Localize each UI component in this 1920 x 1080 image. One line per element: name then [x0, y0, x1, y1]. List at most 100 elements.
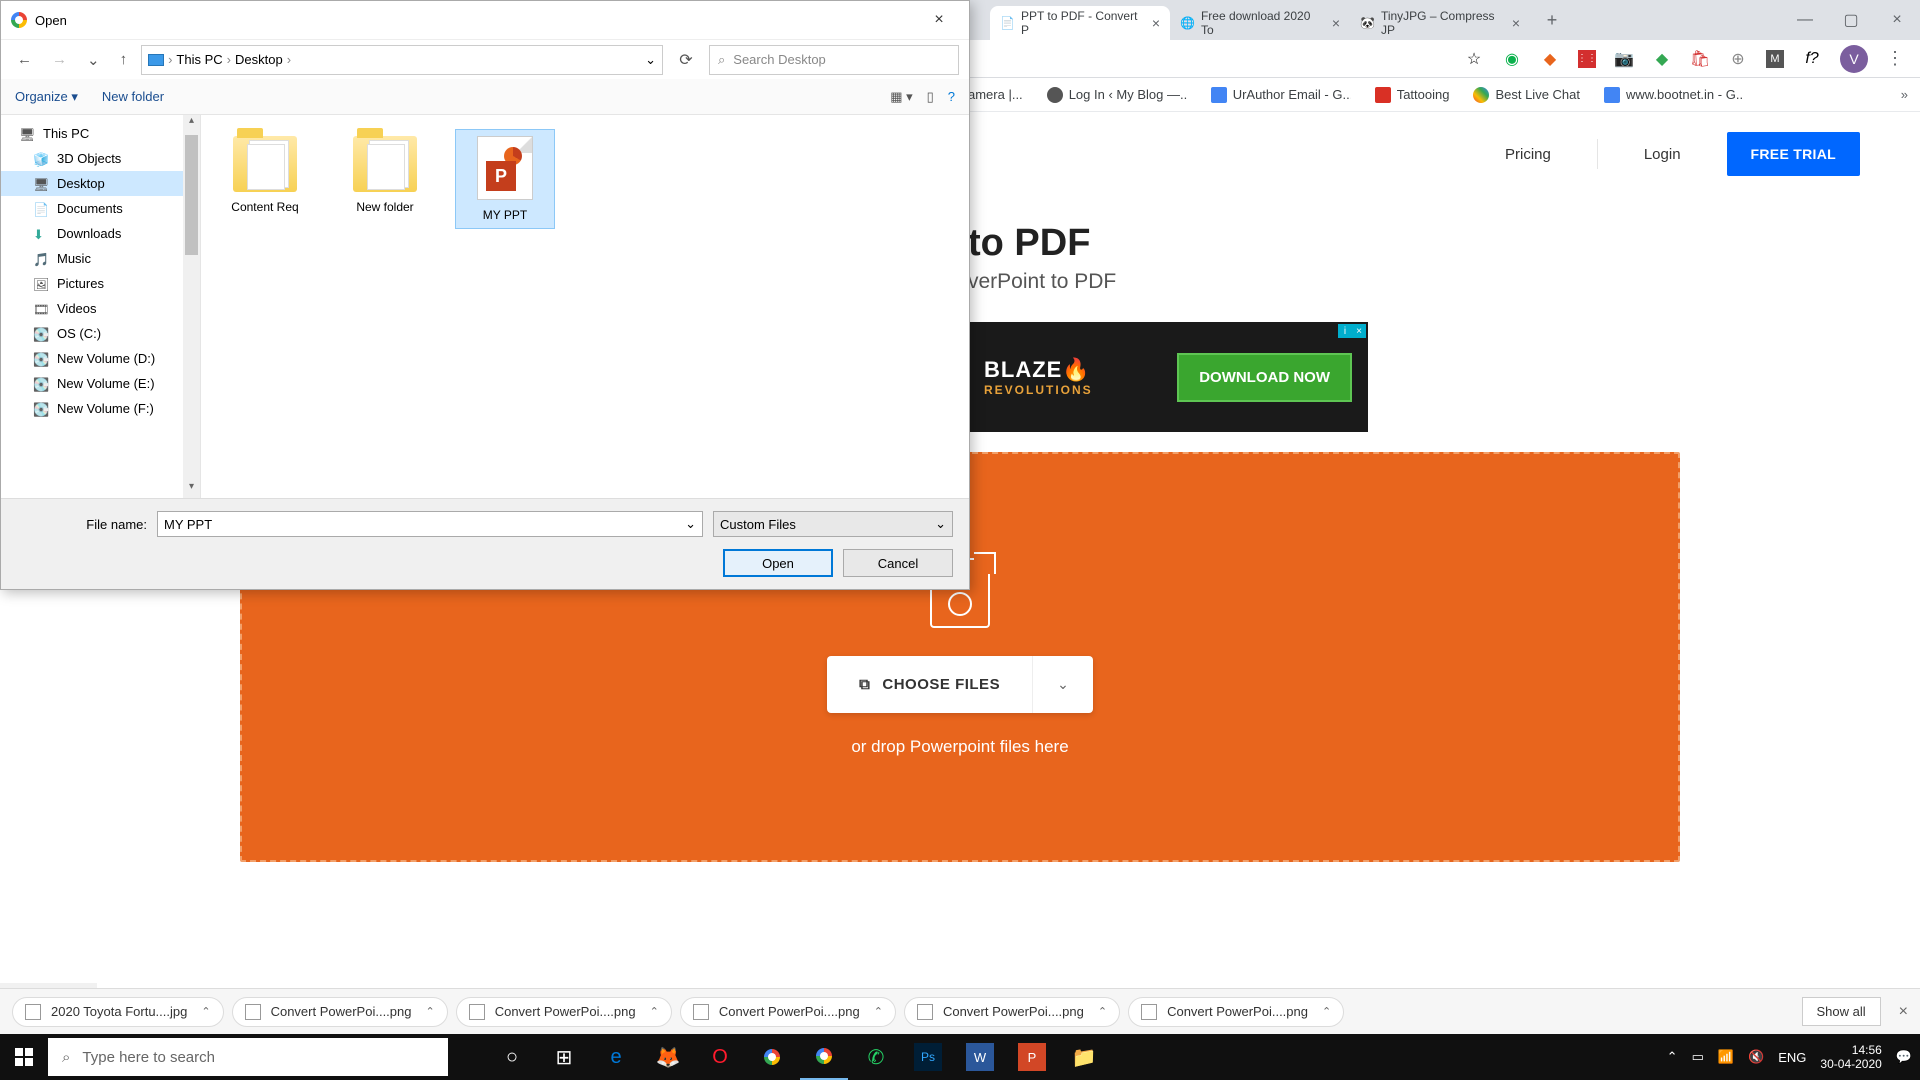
breadcrumb[interactable]: › This PC › Desktop › ⌄ — [141, 45, 663, 75]
download-item[interactable]: Convert PowerPoi....png⌃ — [904, 997, 1120, 1027]
chevron-down-icon[interactable]: ⌄ — [935, 516, 946, 532]
chevron-up-icon[interactable]: ⌃ — [874, 1005, 883, 1018]
chrome-icon[interactable] — [748, 1034, 796, 1080]
recent-dropdown[interactable]: ⌄ — [81, 47, 106, 73]
preview-pane-icon[interactable]: ▯ — [927, 89, 934, 105]
up-button[interactable]: ↑ — [114, 47, 134, 72]
dialog-close-button[interactable]: × — [919, 11, 959, 29]
ad-close-icon[interactable]: × — [1352, 324, 1366, 338]
maximize-button[interactable]: ▢ — [1828, 5, 1874, 35]
choose-files-button[interactable]: ⧉ CHOOSE FILES — [827, 656, 1032, 713]
taskbar-search[interactable]: ⌕ Type here to search — [48, 1038, 448, 1076]
download-item[interactable]: Convert PowerPoi....png⌃ — [680, 997, 896, 1027]
battery-icon[interactable]: ▭ — [1692, 1049, 1704, 1065]
sidebar-item[interactable]: ⬇Downloads — [1, 221, 200, 246]
menu-icon[interactable]: ⋮ — [1886, 48, 1904, 69]
ext-icon[interactable]: M — [1766, 50, 1784, 68]
cancel-button[interactable]: Cancel — [843, 549, 953, 577]
profile-avatar[interactable]: V — [1840, 45, 1868, 73]
language-indicator[interactable]: ENG — [1778, 1050, 1806, 1065]
bookmark[interactable]: Log In ‹ My Blog —... — [1047, 87, 1187, 103]
bookmark[interactable]: Best Live Chat — [1473, 87, 1580, 103]
dialog-search-input[interactable]: ⌕ Search Desktop — [709, 45, 959, 75]
word-icon[interactable]: W — [966, 1043, 994, 1071]
sidebar-item[interactable]: 🖼Pictures — [1, 271, 200, 296]
chevron-up-icon[interactable]: ⌃ — [1322, 1005, 1331, 1018]
ad-cta-button[interactable]: DOWNLOAD NOW — [1177, 353, 1352, 402]
ext-icon[interactable]: ⋮⋮ — [1578, 50, 1596, 68]
scroll-up-icon[interactable]: ▴ — [183, 115, 200, 132]
sidebar-item[interactable]: 🧊3D Objects — [1, 146, 200, 171]
show-all-downloads-button[interactable]: Show all — [1802, 997, 1881, 1026]
file-item[interactable]: PMY PPT — [455, 129, 555, 229]
sidebar-item[interactable]: 🖥This PC — [1, 121, 200, 146]
ext-icon[interactable]: ◆ — [1540, 49, 1560, 69]
bookmark[interactable]: amera |... — [968, 87, 1023, 102]
tab-active[interactable]: 📄 PPT to PDF - Convert P × — [990, 6, 1170, 40]
ext-icon[interactable]: f? — [1802, 49, 1822, 69]
chevron-up-icon[interactable]: ⌃ — [650, 1005, 659, 1018]
scrollbar[interactable]: ▴ ▾ — [183, 115, 200, 498]
sidebar-item[interactable]: 📄Documents — [1, 196, 200, 221]
tab[interactable]: 🐼 TinyJPG – Compress JP × — [1350, 6, 1530, 40]
login-link[interactable]: Login — [1626, 136, 1699, 173]
help-icon[interactable]: ? — [948, 89, 955, 104]
sidebar-item[interactable]: 🎵Music — [1, 246, 200, 271]
task-view-icon[interactable]: ⊞ — [540, 1034, 588, 1080]
download-item[interactable]: Convert PowerPoi....png⌃ — [1128, 997, 1344, 1027]
volume-icon[interactable]: 🔇 — [1748, 1049, 1764, 1065]
file-item[interactable]: New folder — [335, 129, 435, 221]
breadcrumb-segment[interactable]: This PC — [176, 52, 222, 67]
forward-button[interactable]: → — [46, 47, 73, 72]
ext-icon[interactable]: ◆ — [1652, 49, 1672, 69]
pricing-link[interactable]: Pricing — [1487, 136, 1569, 173]
view-options-icon[interactable]: ▦ ▾ — [890, 89, 912, 105]
file-item[interactable]: Content Req — [215, 129, 315, 221]
download-item[interactable]: Convert PowerPoi....png⌃ — [456, 997, 672, 1027]
chevron-up-icon[interactable]: ⌃ — [425, 1005, 434, 1018]
firefox-icon[interactable]: 🦊 — [644, 1034, 692, 1080]
sidebar-item[interactable]: 💽OS (C:) — [1, 321, 200, 346]
close-icon[interactable]: × — [1512, 15, 1520, 31]
ad-info-icon[interactable]: i — [1338, 324, 1352, 338]
sidebar-item[interactable]: 💽New Volume (D:) — [1, 346, 200, 371]
download-item[interactable]: Convert PowerPoi....png⌃ — [232, 997, 448, 1027]
explorer-icon[interactable]: 📁 — [1060, 1034, 1108, 1080]
scroll-down-icon[interactable]: ▾ — [183, 481, 200, 498]
chrome-active-icon[interactable] — [800, 1034, 848, 1080]
whatsapp-icon[interactable]: ✆ — [852, 1034, 900, 1080]
cortana-icon[interactable]: ○ — [488, 1034, 536, 1080]
sidebar-item[interactable]: 💽New Volume (F:) — [1, 396, 200, 421]
notifications-icon[interactable]: 💬 — [1896, 1049, 1912, 1065]
close-icon[interactable]: × — [1332, 15, 1340, 31]
open-button[interactable]: Open — [723, 549, 833, 577]
chevron-up-icon[interactable]: ⌃ — [1098, 1005, 1107, 1018]
ext-icon[interactable]: ◉ — [1502, 49, 1522, 69]
wifi-icon[interactable]: 📶 — [1718, 1049, 1734, 1065]
organize-menu[interactable]: Organize ▾ — [15, 89, 78, 105]
refresh-button[interactable]: ⟳ — [671, 50, 701, 70]
close-downloads-icon[interactable]: × — [1899, 1003, 1908, 1021]
ext-icon[interactable]: ⊕ — [1728, 49, 1748, 69]
file-type-filter[interactable]: Custom Files ⌄ — [713, 511, 953, 537]
close-icon[interactable]: × — [1152, 15, 1160, 31]
opera-icon[interactable]: O — [696, 1034, 744, 1080]
new-tab-button[interactable]: + — [1538, 6, 1566, 34]
star-icon[interactable]: ☆ — [1464, 49, 1484, 69]
sidebar-item[interactable]: 🖥Desktop — [1, 171, 200, 196]
filename-input[interactable]: MY PPT ⌄ — [157, 511, 703, 537]
sidebar-item[interactable]: 💽New Volume (E:) — [1, 371, 200, 396]
ext-icon[interactable]: 📷 — [1614, 49, 1634, 69]
sidebar-item[interactable]: 🎞Videos — [1, 296, 200, 321]
chevron-down-icon[interactable]: ⌄ — [685, 516, 696, 532]
close-window-button[interactable]: × — [1874, 5, 1920, 35]
bookmark[interactable]: Tattooing — [1375, 87, 1450, 103]
edge-icon[interactable]: e — [592, 1034, 640, 1080]
minimize-button[interactable]: — — [1782, 5, 1828, 35]
bookmark[interactable]: UrAuthor Email - G... — [1211, 87, 1351, 103]
ext-icon[interactable]: 🛍 — [1690, 49, 1710, 69]
back-button[interactable]: ← — [11, 47, 38, 72]
start-button[interactable] — [0, 1034, 48, 1080]
clock[interactable]: 14:56 30-04-2020 — [1820, 1043, 1881, 1072]
chevron-down-icon[interactable]: ⌄ — [645, 52, 656, 68]
